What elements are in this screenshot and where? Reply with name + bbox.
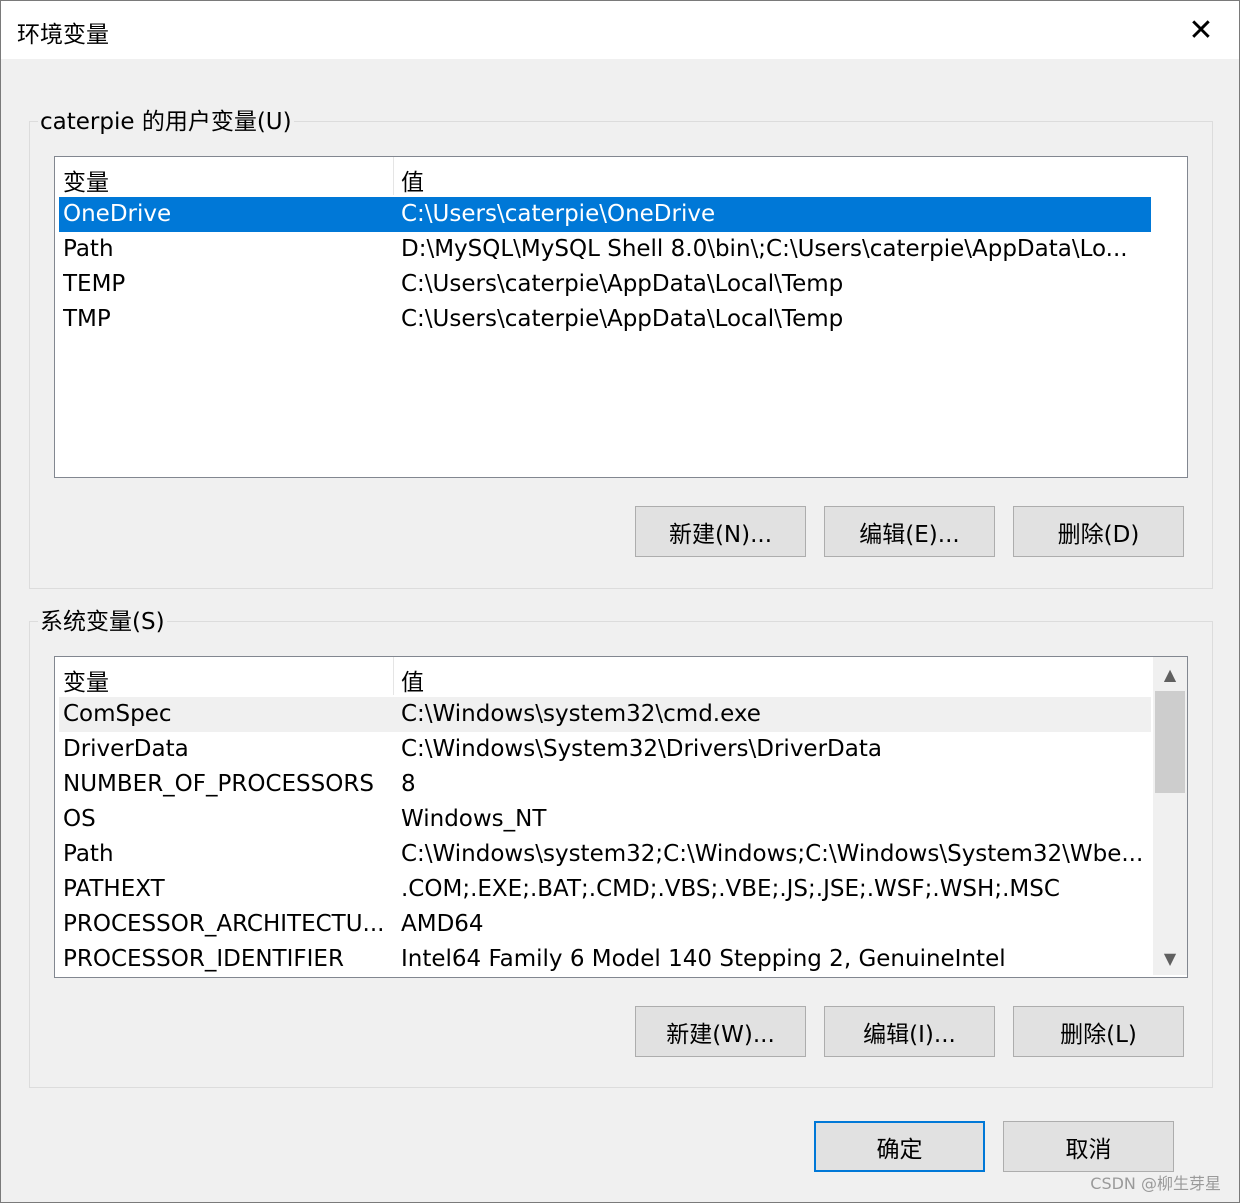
system-vars-scrollbar[interactable]: ▲ ▼ <box>1153 657 1187 975</box>
cancel-button[interactable]: 取消 <box>1003 1121 1174 1172</box>
scroll-down-icon[interactable]: ▼ <box>1153 941 1187 975</box>
column-divider[interactable] <box>393 157 394 195</box>
watermark: CSDN @柳生芽星 <box>1090 1174 1221 1193</box>
title-bar: 环境变量 ✕ <box>1 1 1239 59</box>
table-row[interactable]: Path C:\Windows\system32;C:\Windows;C:\Wi… <box>59 837 1151 872</box>
variable-value: C:\Windows\system32\cmd.exe <box>401 701 761 727</box>
table-row[interactable]: ComSpec C:\Windows\system32\cmd.exe <box>59 697 1151 732</box>
user-vars-group: caterpie 的用户变量(U) 变量 值 OneDrive C:\Users\… <box>29 102 1213 589</box>
column-header-value[interactable]: 值 <box>401 163 424 197</box>
system-vars-group-title: 系统变量(S) <box>38 602 167 636</box>
table-row[interactable]: TMP C:\Users\caterpie\AppData\Local\Temp <box>59 302 1151 337</box>
table-row[interactable]: TEMP C:\Users\caterpie\AppData\Local\Temp <box>59 267 1151 302</box>
system-vars-list[interactable]: 变量 值 ComSpec C:\Windows\system32\cmd.exe D… <box>54 656 1188 978</box>
variable-value: .COM;.EXE;.BAT;.CMD;.VBS;.VBE;.JS;.JSE;.… <box>401 876 1060 902</box>
user-vars-list[interactable]: 变量 值 OneDrive C:\Users\caterpie\OneDrive P… <box>54 156 1188 478</box>
system-delete-button[interactable]: 删除(L) <box>1013 1006 1184 1057</box>
variable-value: Intel64 Family 6 Model 140 Stepping 2, G… <box>401 946 1006 972</box>
user-new-button[interactable]: 新建(N)... <box>635 506 806 557</box>
column-divider[interactable] <box>393 657 394 695</box>
env-vars-dialog: 环境变量 ✕ caterpie 的用户变量(U) 变量 值 OneDrive C:… <box>0 0 1240 1203</box>
window-title: 环境变量 <box>17 22 109 48</box>
variable-value: 8 <box>401 771 416 797</box>
table-row[interactable]: DriverData C:\Windows\System32\Drivers\Dr… <box>59 732 1151 767</box>
user-edit-button[interactable]: 编辑(E)... <box>824 506 995 557</box>
user-vars-group-title: caterpie 的用户变量(U) <box>38 102 294 136</box>
scroll-up-icon[interactable]: ▲ <box>1153 657 1187 691</box>
system-new-button[interactable]: 新建(W)... <box>635 1006 806 1057</box>
variable-value: C:\Users\caterpie\AppData\Local\Temp <box>401 306 844 332</box>
variable-value: C:\Windows\system32;C:\Windows;C:\Window… <box>401 841 1144 867</box>
variable-name: TMP <box>63 306 111 332</box>
user-delete-button[interactable]: 删除(D) <box>1013 506 1184 557</box>
ok-button[interactable]: 确定 <box>814 1121 985 1172</box>
column-header-name[interactable]: 变量 <box>63 163 109 197</box>
variable-name: TEMP <box>63 271 126 297</box>
variable-name: Path <box>63 236 114 262</box>
column-header-name[interactable]: 变量 <box>63 663 109 697</box>
variable-value: Windows_NT <box>401 806 547 832</box>
table-row[interactable]: PROCESSOR_ARCHITECTU... AMD64 <box>59 907 1151 942</box>
variable-value: C:\Users\caterpie\AppData\Local\Temp <box>401 271 844 297</box>
scrollbar-thumb[interactable] <box>1155 691 1185 793</box>
variable-value: C:\Windows\System32\Drivers\DriverData <box>401 736 882 762</box>
variable-name: PROCESSOR_ARCHITECTU... <box>63 911 385 937</box>
variable-name: OneDrive <box>63 201 172 227</box>
variable-name: Path <box>63 841 114 867</box>
variable-name: NUMBER_OF_PROCESSORS <box>63 771 374 797</box>
table-row[interactable]: NUMBER_OF_PROCESSORS 8 <box>59 767 1151 802</box>
system-vars-header: 变量 值 <box>55 657 1151 697</box>
variable-name: OS <box>63 806 96 832</box>
table-row[interactable]: OS Windows_NT <box>59 802 1151 837</box>
user-vars-header: 变量 值 <box>55 157 1151 197</box>
variable-name: ComSpec <box>63 701 172 727</box>
table-row[interactable]: PROCESSOR_IDENTIFIER Intel64 Family 6 Mod… <box>59 942 1151 977</box>
system-vars-group: 系统变量(S) 变量 值 ComSpec C:\Windows\system32\… <box>29 602 1213 1088</box>
close-button[interactable]: ✕ <box>1163 1 1239 59</box>
variable-value: D:\MySQL\MySQL Shell 8.0\bin\;C:\Users\c… <box>401 236 1128 262</box>
table-row[interactable]: PATHEXT .COM;.EXE;.BAT;.CMD;.VBS;.VBE;.JS… <box>59 872 1151 907</box>
variable-name: DriverData <box>63 736 189 762</box>
variable-name: PATHEXT <box>63 876 165 902</box>
close-icon: ✕ <box>1188 12 1214 48</box>
table-row[interactable]: OneDrive C:\Users\caterpie\OneDrive <box>59 197 1151 232</box>
variable-name: PROCESSOR_IDENTIFIER <box>63 946 344 972</box>
variable-value: C:\Users\caterpie\OneDrive <box>401 201 716 227</box>
table-row[interactable]: Path D:\MySQL\MySQL Shell 8.0\bin\;C:\Use… <box>59 232 1151 267</box>
variable-value: AMD64 <box>401 911 484 937</box>
column-header-value[interactable]: 值 <box>401 663 424 697</box>
system-edit-button[interactable]: 编辑(I)... <box>824 1006 995 1057</box>
